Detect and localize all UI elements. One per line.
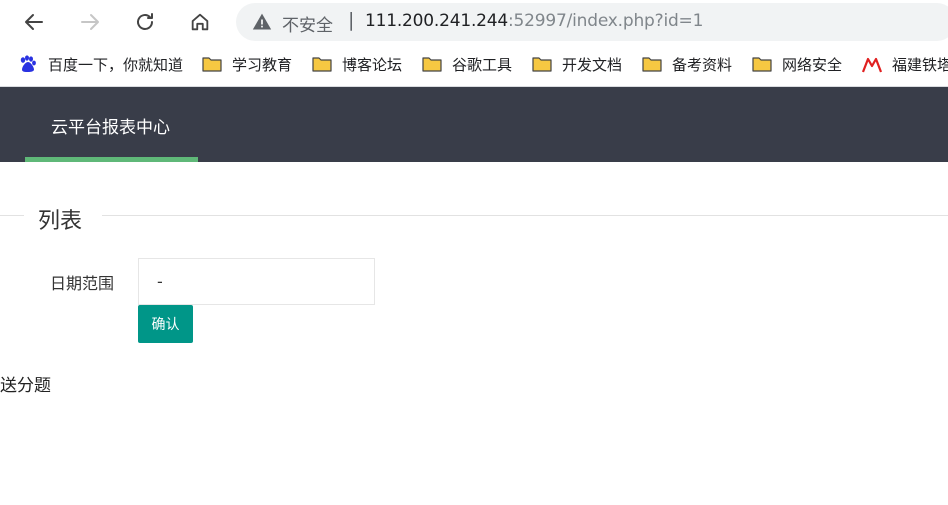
bookmark-baidu[interactable]: 百度一下，你就知道: [18, 53, 183, 75]
tower-icon: [861, 55, 883, 73]
back-button[interactable]: [20, 8, 48, 36]
bookmark-label: 百度一下，你就知道: [48, 55, 184, 74]
bookmark-folder-exam[interactable]: 备考资料: [642, 53, 732, 75]
home-button[interactable]: [186, 8, 214, 36]
bookmark-folder-dev-docs[interactable]: 开发文档: [532, 53, 622, 75]
home-icon: [191, 13, 209, 31]
fieldset-divider-right: [102, 215, 948, 216]
address-separator: |: [348, 9, 355, 31]
bookmark-label: 学习教育: [232, 55, 293, 74]
folder-icon: [532, 55, 552, 73]
confirm-button[interactable]: 确认: [138, 305, 193, 343]
back-arrow-icon: [25, 14, 43, 30]
active-nav-indicator: [25, 157, 198, 162]
list-legend: 列表: [38, 209, 83, 234]
folder-icon: [202, 55, 222, 73]
nav-item-report-center[interactable]: 云平台报表中心: [51, 113, 170, 138]
bookmark-label: 网络安全: [782, 55, 843, 74]
browser-toolbar: 不安全 | 111.200.241.244:52997/index.php?id…: [0, 0, 948, 44]
date-range-input[interactable]: -: [138, 258, 375, 305]
date-range-value: -: [157, 272, 163, 291]
bookmark-label: 备考资料: [672, 55, 733, 74]
folder-icon: [752, 55, 772, 73]
bookmark-label: 开发文档: [562, 55, 623, 74]
bookmark-folder-study[interactable]: 学习教育: [202, 53, 292, 75]
bookmark-folder-google-tools[interactable]: 谷歌工具: [422, 53, 512, 75]
folder-icon: [642, 55, 662, 73]
address-bar[interactable]: 不安全 | 111.200.241.244:52997/index.php?id…: [236, 3, 948, 41]
date-range-label: 日期范围: [50, 274, 115, 293]
bookmark-folder-security[interactable]: 网络安全: [752, 53, 842, 75]
footer-text: 送分题: [0, 376, 51, 396]
reload-button[interactable]: [131, 8, 159, 36]
bookmark-tower[interactable]: 福建铁塔: [861, 53, 948, 75]
forward-arrow-icon: [81, 14, 99, 30]
url-path: :52997/index.php?id=1: [508, 11, 704, 31]
folder-icon: [422, 55, 442, 73]
security-status-label[interactable]: 不安全: [282, 11, 333, 36]
reload-icon: [137, 13, 153, 30]
bookmark-label: 福建铁塔: [892, 55, 948, 74]
forward-button[interactable]: [76, 8, 104, 36]
bookmark-folder-blog[interactable]: 博客论坛: [312, 53, 402, 75]
bookmarks-bar: 百度一下，你就知道 学习教育 博客论坛 谷歌工具 开发文档 备考资料 网络安全 …: [0, 44, 948, 87]
folder-icon: [312, 55, 332, 73]
baidu-icon: [18, 55, 38, 73]
bookmark-label: 谷歌工具: [452, 55, 513, 74]
url-text[interactable]: 111.200.241.244:52997/index.php?id=1: [365, 11, 703, 31]
url-host: 111.200.241.244: [365, 11, 509, 31]
fieldset-divider-left: [0, 215, 24, 216]
bookmark-label: 博客论坛: [342, 55, 403, 74]
app-header: 云平台报表中心: [0, 87, 948, 162]
warning-icon[interactable]: [252, 12, 272, 36]
